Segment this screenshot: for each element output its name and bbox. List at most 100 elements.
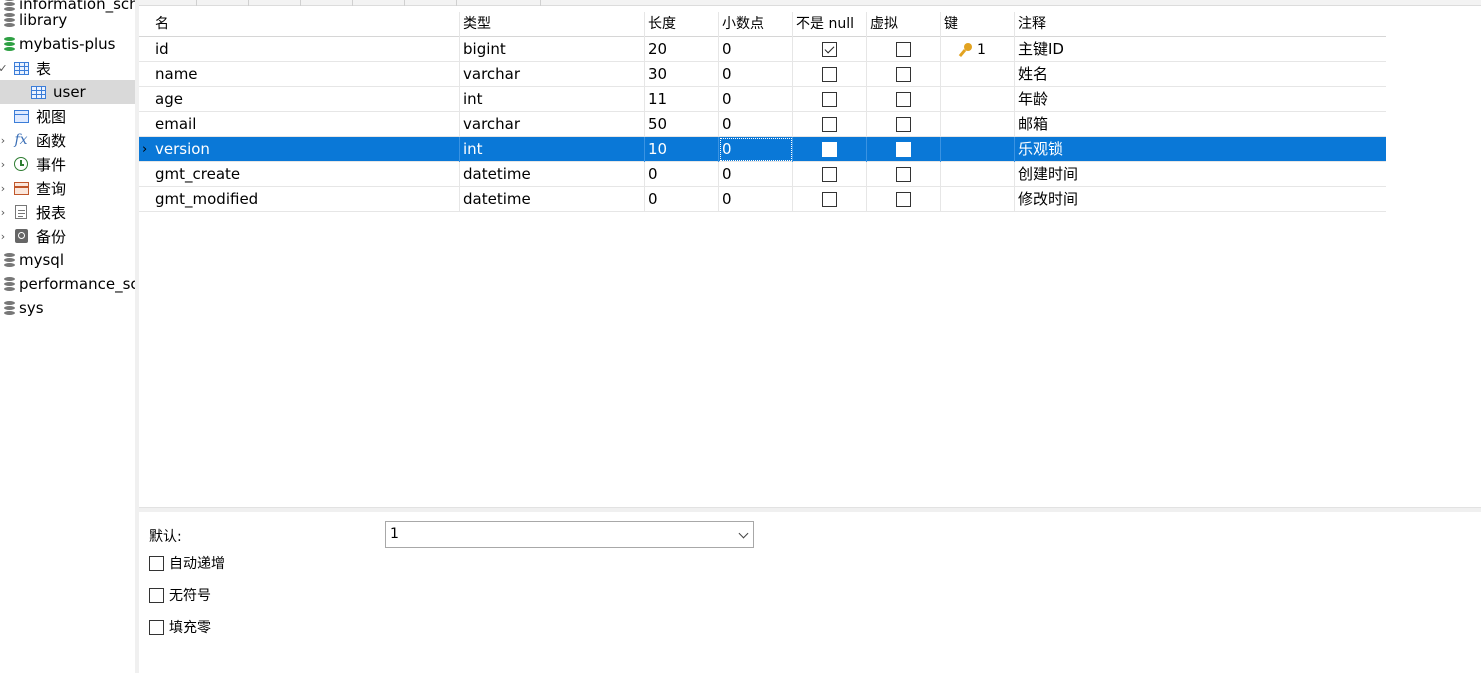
not-null-checkbox[interactable]: [822, 92, 837, 107]
cell-key[interactable]: [941, 62, 1015, 87]
cell-key[interactable]: [941, 87, 1015, 112]
tab[interactable]: [457, 0, 541, 6]
tree-item-events[interactable]: › 事件: [0, 152, 135, 176]
cell-comment[interactable]: 邮箱: [1015, 112, 1386, 137]
header-key[interactable]: 键: [941, 12, 1015, 37]
tab[interactable]: [301, 0, 353, 6]
chevron-right-icon[interactable]: ›: [0, 182, 8, 195]
header-name[interactable]: 名: [152, 12, 460, 37]
chevron-down-icon[interactable]: [738, 528, 749, 539]
tree-item-functions[interactable]: › fx 函数: [0, 128, 135, 152]
cell-decimals[interactable]: 0: [719, 112, 793, 137]
chevron-right-icon[interactable]: ›: [0, 134, 8, 147]
not-null-checkbox[interactable]: [822, 192, 837, 207]
tree-item-sys[interactable]: sys: [0, 296, 135, 320]
cell-decimals[interactable]: 0: [719, 137, 793, 162]
tree-item-queries[interactable]: › 查询: [0, 176, 135, 200]
cell-type[interactable]: datetime: [460, 162, 645, 187]
cell-name[interactable]: name: [152, 62, 460, 87]
unsigned-option[interactable]: 无符号: [149, 585, 211, 605]
cell-decimals[interactable]: 0: [719, 162, 793, 187]
tree-item-library[interactable]: library: [0, 8, 135, 32]
cell-type[interactable]: varchar: [460, 62, 645, 87]
cell-decimals[interactable]: 0: [719, 187, 793, 212]
not-null-checkbox[interactable]: [822, 117, 837, 132]
auto-increment-checkbox[interactable]: [149, 555, 164, 571]
chevron-right-icon[interactable]: ›: [0, 230, 8, 243]
cell-name[interactable]: gmt_create: [152, 162, 460, 187]
tab[interactable]: [249, 0, 301, 6]
table-row[interactable]: gmt_create datetime 0 0 创建时间: [139, 162, 1386, 187]
tab[interactable]: [353, 0, 405, 6]
header-decimals[interactable]: 小数点: [719, 12, 793, 37]
cell-name[interactable]: age: [152, 87, 460, 112]
chevron-right-icon[interactable]: ›: [0, 158, 8, 171]
virtual-checkbox[interactable]: [896, 192, 911, 207]
cell-comment[interactable]: 乐观锁: [1015, 137, 1386, 162]
cell-key[interactable]: [941, 162, 1015, 187]
cell-name[interactable]: email: [152, 112, 460, 137]
cell-name[interactable]: version: [152, 137, 460, 162]
cell-length[interactable]: 50: [645, 112, 719, 137]
cell-key[interactable]: [941, 137, 1015, 162]
header-not-null[interactable]: 不是 null: [793, 12, 867, 37]
virtual-checkbox[interactable]: [896, 117, 911, 132]
virtual-checkbox[interactable]: [896, 42, 911, 57]
cell-comment[interactable]: 创建时间: [1015, 162, 1386, 187]
cell-type[interactable]: varchar: [460, 112, 645, 137]
cell-comment[interactable]: 修改时间: [1015, 187, 1386, 212]
tab[interactable]: [405, 0, 457, 6]
table-row[interactable]: email varchar 50 0 邮箱: [139, 112, 1386, 137]
not-null-checkbox[interactable]: [822, 167, 837, 182]
tab[interactable]: [139, 0, 197, 6]
virtual-checkbox[interactable]: [896, 67, 911, 82]
tree-item-backups[interactable]: › 备份: [0, 224, 135, 248]
cell-length[interactable]: 30: [645, 62, 719, 87]
cell-comment[interactable]: 主键ID: [1015, 37, 1386, 62]
cell-length[interactable]: 0: [645, 162, 719, 187]
cell-type[interactable]: int: [460, 137, 645, 162]
cell-decimals[interactable]: 0: [719, 37, 793, 62]
zerofill-option[interactable]: 填充零: [149, 617, 211, 637]
cell-type[interactable]: int: [460, 87, 645, 112]
header-comment[interactable]: 注释: [1015, 12, 1386, 37]
chevron-down-icon[interactable]: ✓: [0, 62, 8, 75]
tree-item-performance-schema[interactable]: performance_sc: [0, 272, 135, 296]
tree-item-tables[interactable]: ✓ 表: [0, 56, 135, 80]
table-row[interactable]: name varchar 30 0 姓名: [139, 62, 1386, 87]
not-null-checkbox[interactable]: [822, 67, 837, 82]
tree-item-mybatis-plus[interactable]: mybatis-plus: [0, 32, 135, 56]
header-type[interactable]: 类型: [460, 12, 645, 37]
cell-comment[interactable]: 年龄: [1015, 87, 1386, 112]
cell-length[interactable]: 11: [645, 87, 719, 112]
auto-increment-option[interactable]: 自动递增: [149, 553, 225, 573]
virtual-checkbox[interactable]: [896, 142, 911, 157]
zerofill-checkbox[interactable]: [149, 619, 164, 635]
virtual-checkbox[interactable]: [896, 167, 911, 182]
cell-key[interactable]: [941, 187, 1015, 212]
header-length[interactable]: 长度: [645, 12, 719, 37]
cell-length[interactable]: 10: [645, 137, 719, 162]
cell-name[interactable]: gmt_modified: [152, 187, 460, 212]
tree-item-user[interactable]: user: [0, 80, 135, 104]
cell-length[interactable]: 20: [645, 37, 719, 62]
default-value-select[interactable]: 1: [385, 521, 754, 548]
tree-item-reports[interactable]: › 报表: [0, 200, 135, 224]
virtual-checkbox[interactable]: [896, 92, 911, 107]
cell-type[interactable]: bigint: [460, 37, 645, 62]
chevron-right-icon[interactable]: ›: [0, 206, 8, 219]
table-row[interactable]: gmt_modified datetime 0 0 修改时间: [139, 187, 1386, 212]
cell-comment[interactable]: 姓名: [1015, 62, 1386, 87]
cell-type[interactable]: datetime: [460, 187, 645, 212]
cell-decimals[interactable]: 0: [719, 62, 793, 87]
tree-item-mysql[interactable]: mysql: [0, 248, 135, 272]
not-null-checkbox[interactable]: [822, 142, 837, 157]
tree-item-views[interactable]: 视图: [0, 104, 135, 128]
cell-name[interactable]: id: [152, 37, 460, 62]
table-row[interactable]: id bigint 20 0 1 主键ID: [139, 37, 1386, 62]
cell-key[interactable]: [941, 112, 1015, 137]
table-row[interactable]: age int 11 0 年龄: [139, 87, 1386, 112]
tab[interactable]: [197, 0, 249, 6]
cell-length[interactable]: 0: [645, 187, 719, 212]
not-null-checkbox[interactable]: [822, 42, 837, 57]
